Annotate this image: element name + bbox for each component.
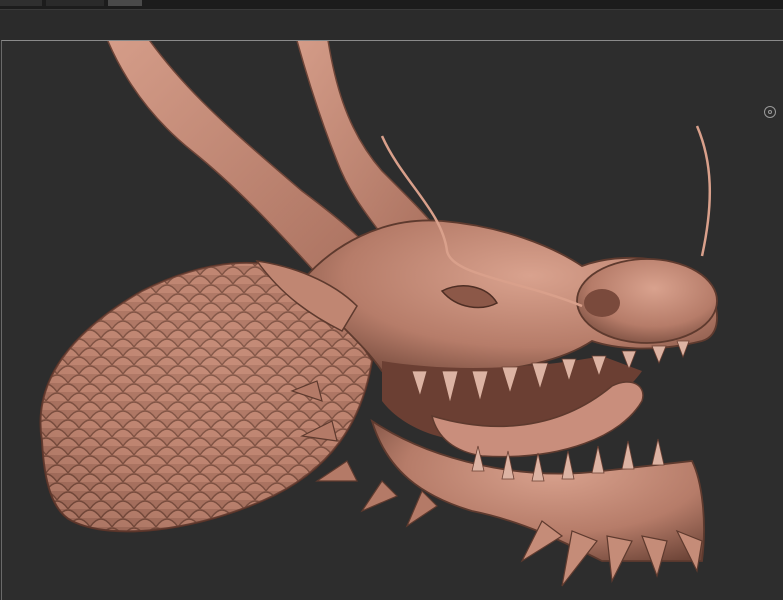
dragon-sculpt-model[interactable]: [2, 41, 783, 600]
3d-viewport[interactable]: [1, 40, 783, 600]
toolbar-tab-active[interactable]: [108, 0, 142, 6]
orbit-camera-icon[interactable]: [764, 106, 776, 118]
toolbar-tab[interactable]: [46, 0, 104, 6]
whisker-right: [695, 125, 712, 257]
top-toolbar: [0, 0, 783, 10]
toolbar-tab[interactable]: [0, 0, 42, 6]
